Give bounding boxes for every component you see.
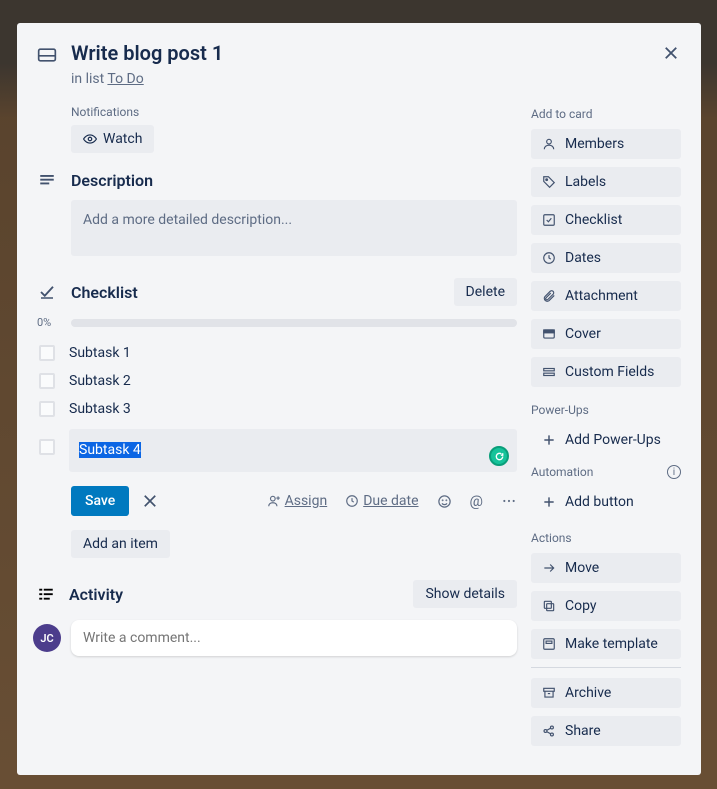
avatar[interactable]: JC xyxy=(33,624,61,652)
custom-fields-button[interactable]: Custom Fields xyxy=(531,357,681,387)
paperclip-icon xyxy=(541,289,557,303)
progress-bar xyxy=(71,319,517,327)
clock-icon xyxy=(345,494,359,508)
checkbox[interactable] xyxy=(39,401,55,417)
separator xyxy=(531,667,681,668)
attachment-button[interactable]: Attachment xyxy=(531,281,681,311)
plus-icon xyxy=(541,495,557,509)
plus-icon xyxy=(541,433,557,447)
due-date-link[interactable]: Due date xyxy=(345,493,418,509)
close-icon xyxy=(141,492,159,510)
activity-heading: Activity xyxy=(69,585,399,604)
checkbox[interactable] xyxy=(39,373,55,389)
description-input[interactable]: Add a more detailed description... xyxy=(71,200,517,256)
user-plus-icon xyxy=(267,494,281,508)
description-heading: Description xyxy=(71,171,517,190)
progress-percent: 0% xyxy=(37,316,61,329)
delete-checklist-button[interactable]: Delete xyxy=(454,278,517,306)
watch-button-label: Watch xyxy=(103,131,142,147)
checklist-item-label: Subtask 2 xyxy=(69,373,131,389)
archive-icon xyxy=(541,686,557,700)
checklist-item-label: Subtask 1 xyxy=(69,345,131,361)
checklist-icon xyxy=(37,283,57,301)
list-link[interactable]: To Do xyxy=(107,71,143,87)
user-icon xyxy=(541,137,557,151)
checklist-heading: Checklist xyxy=(71,283,440,302)
check-square-icon xyxy=(541,213,557,227)
members-button[interactable]: Members xyxy=(531,129,681,159)
template-icon xyxy=(541,637,557,651)
dots-icon xyxy=(501,493,517,509)
share-button[interactable]: Share xyxy=(531,716,681,746)
tag-icon xyxy=(541,175,557,189)
fields-icon xyxy=(541,365,557,379)
card-icon xyxy=(37,45,57,65)
watch-button[interactable]: Watch xyxy=(71,125,154,153)
make-template-button[interactable]: Make template xyxy=(531,629,681,659)
cover-icon xyxy=(541,327,557,341)
editor-text: Subtask 4 xyxy=(79,442,141,458)
copy-button[interactable]: Copy xyxy=(531,591,681,621)
grammarly-icon[interactable] xyxy=(489,446,509,466)
checklist-item-label: Subtask 3 xyxy=(69,401,131,417)
comment-input[interactable] xyxy=(71,620,517,656)
checklist-item[interactable]: Subtask 2 xyxy=(37,367,517,395)
cover-button[interactable]: Cover xyxy=(531,319,681,349)
add-button-button[interactable]: Add button xyxy=(531,487,681,517)
activity-icon xyxy=(37,585,55,603)
assign-link[interactable]: Assign xyxy=(267,493,328,509)
powerups-label: Power-Ups xyxy=(531,403,681,417)
dates-button[interactable]: Dates xyxy=(531,243,681,273)
checkbox[interactable] xyxy=(39,345,55,361)
notifications-label: Notifications xyxy=(71,105,517,119)
cancel-button[interactable] xyxy=(137,488,163,514)
emoji-button[interactable] xyxy=(437,494,452,509)
show-details-button[interactable]: Show details xyxy=(413,580,517,608)
copy-icon xyxy=(541,599,557,613)
card-list-location: in list To Do xyxy=(71,71,681,87)
card-modal: Write blog post 1 in list To Do Notifica… xyxy=(17,23,701,775)
move-button[interactable]: Move xyxy=(531,553,681,583)
checklist-item[interactable]: Subtask 3 xyxy=(37,395,517,423)
close-button[interactable] xyxy=(655,37,687,69)
info-icon[interactable]: i xyxy=(667,465,681,479)
at-icon: @ xyxy=(470,492,483,510)
checklist-button[interactable]: Checklist xyxy=(531,205,681,235)
description-placeholder: Add a more detailed description... xyxy=(83,212,292,228)
archive-button[interactable]: Archive xyxy=(531,678,681,708)
more-button[interactable] xyxy=(501,493,517,509)
close-icon xyxy=(662,44,680,62)
checklist-item[interactable]: Subtask 1 xyxy=(37,339,517,367)
checklist-item-editor[interactable]: Subtask 4 xyxy=(69,429,517,472)
actions-label: Actions xyxy=(531,531,681,545)
save-button[interactable]: Save xyxy=(71,486,129,516)
share-icon xyxy=(541,724,557,738)
automation-label: Automation xyxy=(531,465,593,479)
arrow-right-icon xyxy=(541,561,557,575)
add-to-card-label: Add to card xyxy=(531,107,681,121)
clock-icon xyxy=(541,251,557,265)
add-powerups-button[interactable]: Add Power-Ups xyxy=(531,425,681,455)
add-item-button[interactable]: Add an item xyxy=(71,530,170,558)
description-icon xyxy=(37,172,57,190)
checkbox[interactable] xyxy=(39,439,55,455)
eye-icon xyxy=(83,132,97,146)
emoji-icon xyxy=(437,494,452,509)
mention-button[interactable]: @ xyxy=(470,492,483,510)
card-title[interactable]: Write blog post 1 xyxy=(71,39,223,67)
labels-button[interactable]: Labels xyxy=(531,167,681,197)
checklist-progress: 0% xyxy=(37,316,517,329)
